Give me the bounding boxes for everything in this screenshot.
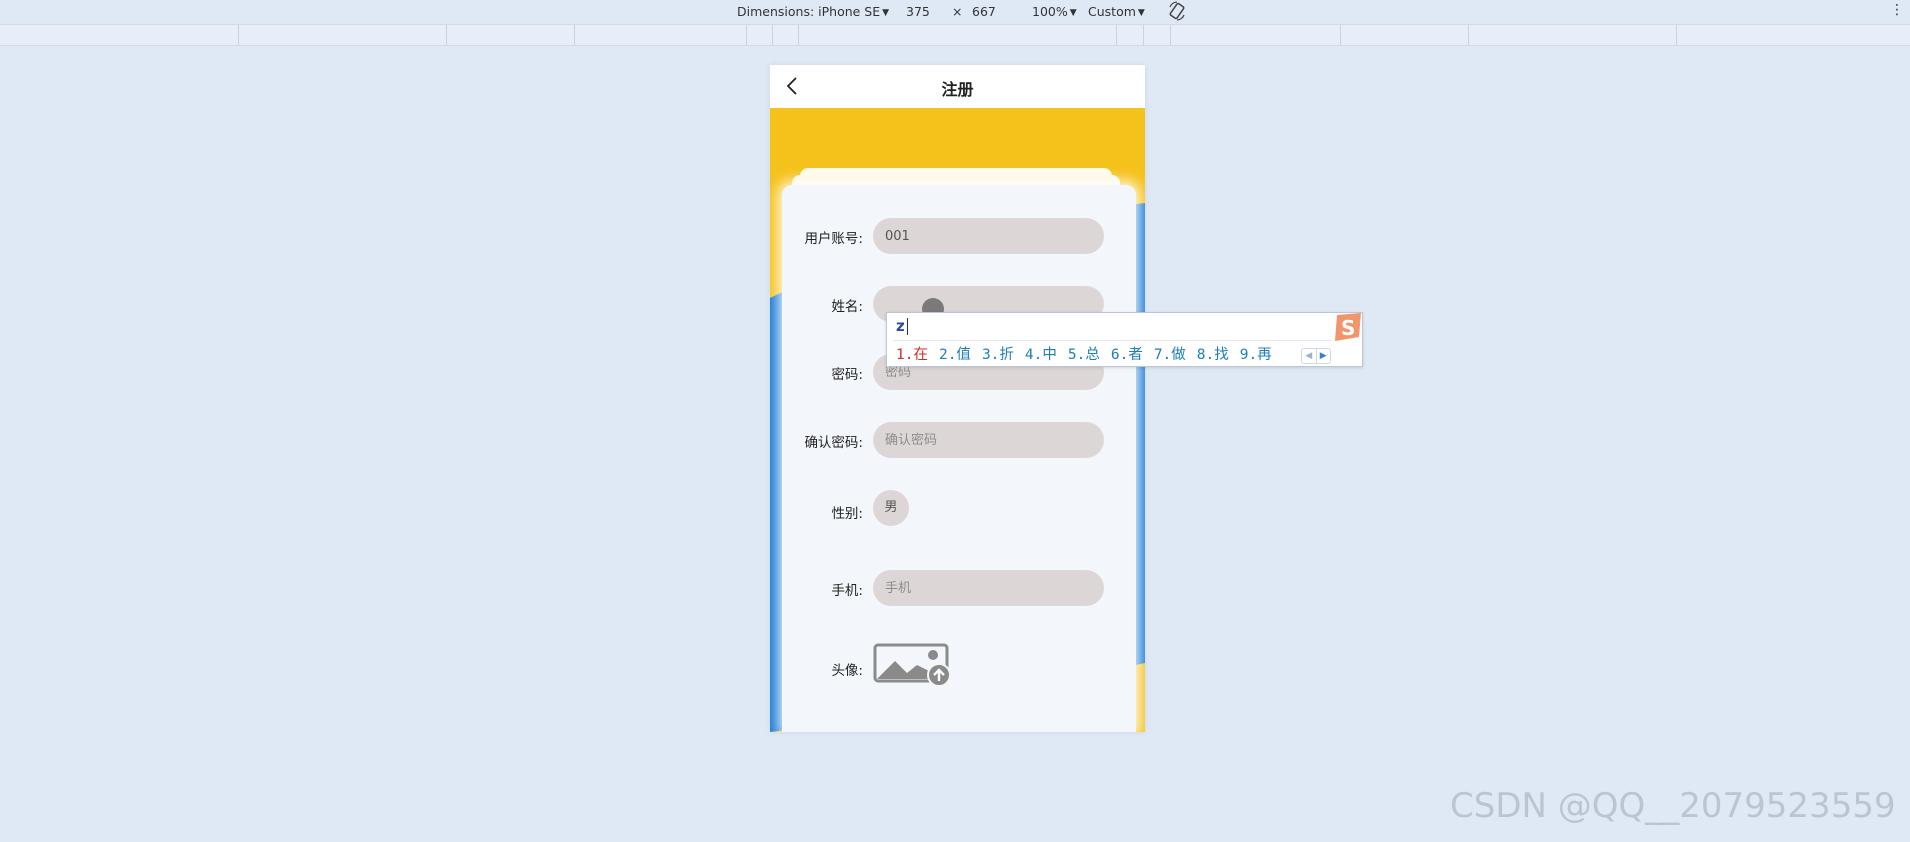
throttle-label: Custom [1088, 4, 1136, 19]
zoom-label: 100% [1032, 4, 1068, 19]
times-sign: × [952, 4, 963, 19]
gender-row: 性别: 男 [770, 490, 1145, 526]
devtools-device-toolbar: Dimensions: iPhone SE ▼ 375 × 667 100% ▼ C… [0, 0, 1910, 24]
ime-candidate[interactable]: 6.者 [1111, 343, 1143, 364]
account-input[interactable] [873, 218, 1104, 254]
ime-candidate[interactable]: 4.中 [1025, 343, 1057, 364]
ime-prev-page-icon[interactable]: ◀ [1302, 349, 1316, 363]
password-label: 密码: [831, 367, 863, 383]
height-input[interactable]: 667 [972, 4, 996, 19]
avatar-row: 头像: [770, 643, 1145, 687]
confirm-password-input[interactable] [873, 422, 1104, 458]
chevron-down-icon: ▼ [882, 8, 890, 18]
account-row: 用户账号: [770, 218, 1145, 254]
ime-candidate[interactable]: 7.做 [1154, 343, 1186, 364]
svg-text:S: S [1341, 316, 1355, 340]
more-options-icon[interactable]: ⋮ [1890, 2, 1904, 18]
ime-candidate[interactable]: 8.找 [1197, 343, 1229, 364]
image-upload-icon[interactable] [873, 643, 953, 687]
chevron-down-icon: ▼ [1069, 8, 1077, 18]
ime-candidate-list: 1.在 2.值 3.折 4.中 5.总 6.者 7.做 8.找 9.再 [896, 343, 1283, 364]
ime-candidate[interactable]: 9.再 [1240, 343, 1272, 364]
rotate-icon[interactable] [1168, 1, 1186, 21]
gender-selector[interactable]: 男 [873, 490, 909, 526]
zoom-dropdown[interactable]: 100% ▼ [1032, 4, 1077, 19]
width-input[interactable]: 375 [906, 4, 930, 19]
ime-page-arrows[interactable]: ◀ ▶ [1301, 348, 1331, 364]
confirm-password-label: 确认密码: [804, 435, 863, 451]
ime-candidate[interactable]: 1.在 [896, 343, 928, 364]
phone-label: 手机: [831, 583, 863, 599]
nav-bar: 注册 [770, 65, 1145, 108]
dimensions-label: Dimensions: iPhone SE [737, 4, 881, 19]
ime-candidate[interactable]: 3.折 [982, 343, 1014, 364]
media-query-ruler[interactable] [0, 24, 1910, 46]
phone-row: 手机: [770, 570, 1145, 606]
account-label: 用户账号: [804, 231, 863, 247]
ime-composition-text: z [896, 317, 905, 335]
confirm-password-row: 确认密码: [770, 422, 1145, 458]
ime-next-page-icon[interactable]: ▶ [1315, 349, 1331, 363]
chevron-down-icon: ▼ [1137, 8, 1145, 18]
csdn-watermark: CSDN @QQ__2079523559 [1450, 786, 1896, 826]
avatar-label: 头像: [831, 663, 863, 679]
throttle-dropdown[interactable]: Custom ▼ [1088, 4, 1145, 19]
ime-caret [907, 318, 908, 335]
phone-input[interactable] [873, 570, 1104, 606]
ime-candidate[interactable]: 2.值 [939, 343, 971, 364]
page-title: 注册 [941, 80, 974, 99]
gender-label: 性别: [831, 506, 863, 522]
name-label: 姓名: [831, 299, 863, 315]
sogou-logo-icon: S [1335, 313, 1361, 341]
ime-candidate[interactable]: 5.总 [1068, 343, 1100, 364]
phone-viewport: 注册 用户账号: 姓名: 密码: 确认密码: 性别: 男 手机: 头像: [770, 65, 1145, 732]
ime-separator [893, 340, 1332, 341]
ime-candidate-window: z S 1.在 2.值 3.折 4.中 5.总 6.者 7.做 8.找 9.再 ◀ ▶ [886, 312, 1363, 367]
dimensions-dropdown[interactable]: Dimensions: iPhone SE ▼ [737, 4, 889, 19]
